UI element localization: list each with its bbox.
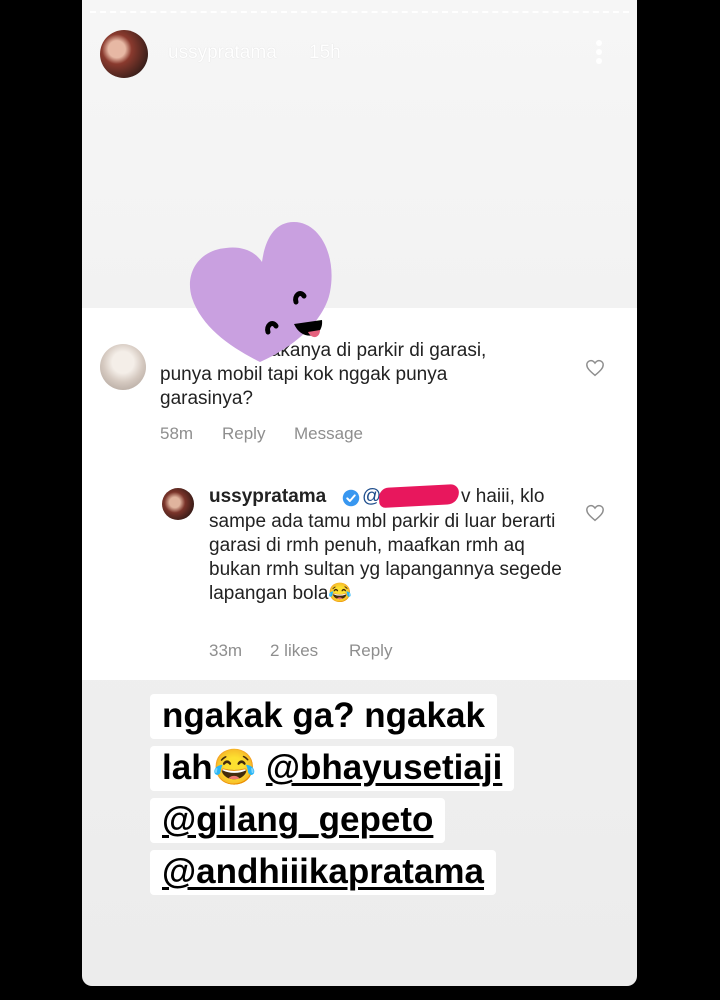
more-options-icon[interactable] [594,40,604,66]
caption-line-2: lah😂 [162,748,266,787]
commenter-avatar [100,344,146,390]
reply-text: sampe ada tamu mbl parkir di luar berart… [209,511,562,604]
story-author-username[interactable]: ussypratama [168,42,277,64]
mention-link-bhayusetiaji[interactable]: @bhayusetiaji [266,748,502,787]
story-progress-bar [90,11,629,13]
reply-reply-button[interactable]: Reply [349,641,392,661]
redaction-mark [378,483,460,509]
verified-badge-icon [342,489,360,507]
heart-icon[interactable] [585,504,605,522]
comment-time: 58m [160,424,194,443]
mention-link-andhiiikapratama[interactable]: @andhiiikapratama [162,852,484,891]
heart-face-sticker [189,222,332,362]
mention-link-gilang-gepeto[interactable]: @gilang_gepeto [162,800,433,839]
reply-author-avatar [162,488,194,520]
reply-time: 33m [209,641,243,660]
story-frame: ussypratama 15h Makanya di parkir di gar… [82,0,637,986]
reply-username: ussypratama [209,486,327,507]
reply-text-first-line: v haiii, klo [461,486,545,507]
comment-message-button[interactable]: Message [294,424,363,444]
story-timestamp: 15h [309,42,341,63]
reply-likes[interactable]: 2 likes [270,641,318,661]
story-author-avatar[interactable] [100,30,148,78]
comment-screenshot: Makanya di parkir di garasi, punya mobil… [82,308,637,680]
caption-line-1: ngakak ga? ngakak [150,694,497,739]
heart-icon[interactable] [585,359,605,377]
story-caption: ngakak ga? ngakak lah😂 @bhayusetiaji @gi… [150,690,560,898]
comment-reply-button[interactable]: Reply [222,424,265,444]
